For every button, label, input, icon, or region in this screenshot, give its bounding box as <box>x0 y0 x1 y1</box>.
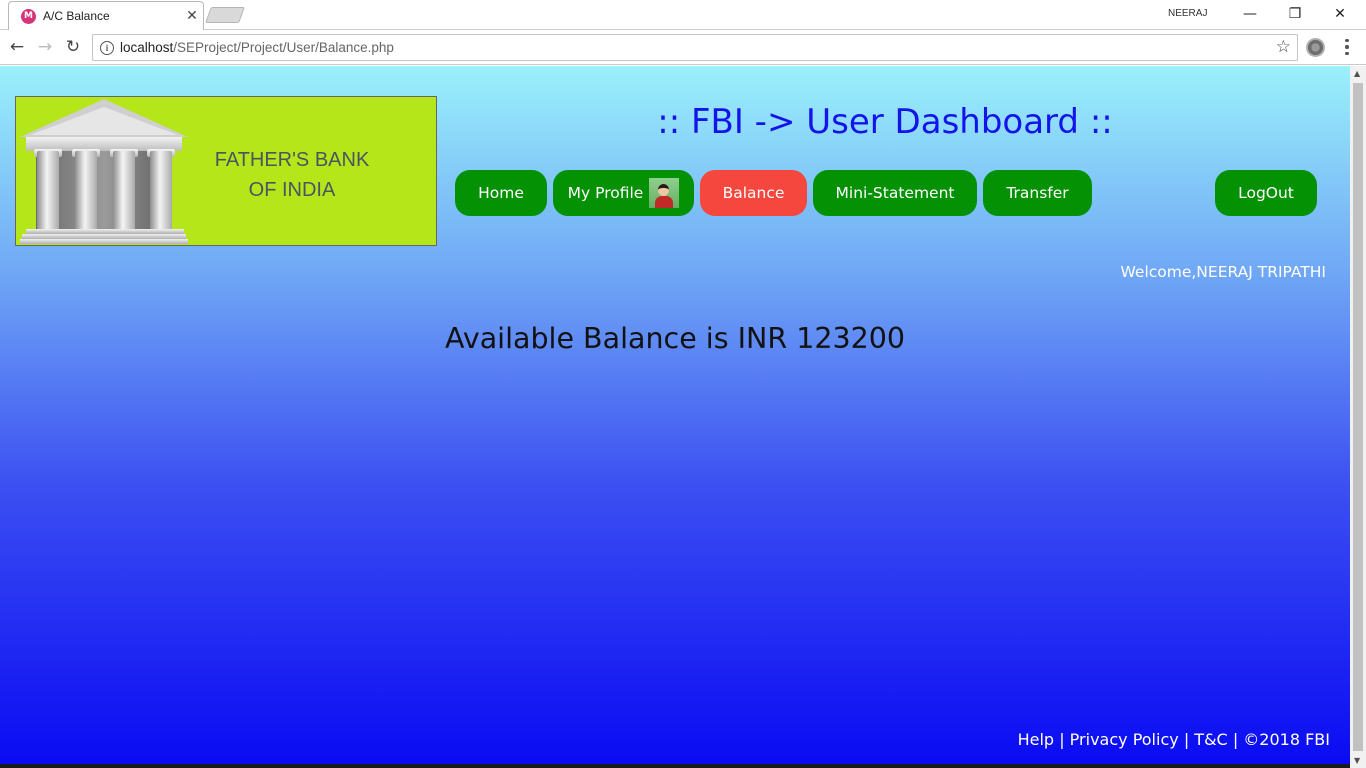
scroll-up-icon[interactable]: ▲ <box>1354 69 1360 78</box>
bank-logo[interactable]: FATHER'S BANK OF INDIA <box>15 96 437 246</box>
footer-separator: | <box>1183 730 1190 749</box>
footer-links: Help | Privacy Policy | T&C | ©2018 FBI <box>970 730 1330 749</box>
footer-terms-link[interactable]: T&C <box>1194 730 1227 749</box>
logo-line-2: OF INDIA <box>248 179 336 201</box>
available-balance: Available Balance is INR 123200 <box>445 322 905 355</box>
url-path: /SEProject/Project/User/Balance.php <box>173 40 394 55</box>
footer-privacy-link[interactable]: Privacy Policy <box>1070 730 1179 749</box>
bookmark-star-icon[interactable]: ☆ <box>1276 37 1291 57</box>
logo-line-1: FATHER'S BANK <box>214 149 370 171</box>
footer-separator: | <box>1059 730 1065 749</box>
page-scrollbar[interactable]: ▲ ▼ <box>1350 66 1366 768</box>
url-host: localhost <box>120 40 174 55</box>
reload-icon[interactable]: ↻ <box>61 36 85 58</box>
page-title: :: FBI -> User Dashboard :: <box>657 102 1113 142</box>
browser-menu-icon[interactable] <box>1340 36 1354 58</box>
nav-balance-label: Balance <box>722 184 785 202</box>
nav-logout-button[interactable]: LogOut <box>1215 170 1317 216</box>
nav-my-profile-button[interactable]: My Profile <box>553 170 694 216</box>
nav-balance-button[interactable]: Balance <box>700 170 807 216</box>
bottom-edge <box>0 764 1350 768</box>
nav-mini-statement-button[interactable]: Mini-Statement <box>813 170 977 216</box>
scrollbar-thumb[interactable] <box>1353 83 1363 751</box>
page-viewport: FATHER'S BANK OF INDIA :: FBI -> User Da… <box>0 66 1350 764</box>
nav-mini-statement-label: Mini-Statement <box>835 184 955 202</box>
nav-my-profile-label: My Profile <box>567 184 644 202</box>
address-bar[interactable]: i localhost/SEProject/Project/User/Balan… <box>92 34 1298 61</box>
welcome-message: Welcome,NEERAJ TRIPATHI <box>1120 263 1326 281</box>
footer-help-link[interactable]: Help <box>1018 730 1054 749</box>
logo-text: FATHER'S BANK OF INDIA <box>188 145 396 205</box>
minimize-icon[interactable]: — <box>1228 2 1272 26</box>
back-icon[interactable]: ← <box>5 36 29 58</box>
scroll-down-icon[interactable]: ▼ <box>1354 756 1360 765</box>
browser-tab[interactable]: M A/C Balance ✕ <box>8 1 204 30</box>
browser-profile-name[interactable]: NEERAJ <box>1168 8 1207 19</box>
forward-icon[interactable]: → <box>33 36 57 58</box>
new-tab-button[interactable] <box>205 7 245 23</box>
tab-close-icon[interactable]: ✕ <box>181 8 203 24</box>
browser-tabstrip: M A/C Balance ✕ NEERAJ — ❐ ✕ <box>0 0 1366 30</box>
browser-toolbar: ← → ↻ i localhost/SEProject/Project/User… <box>0 30 1366 65</box>
url-text: localhost/SEProject/Project/User/Balance… <box>120 40 394 55</box>
footer-separator: | <box>1232 730 1239 749</box>
extension-icon[interactable] <box>1306 38 1325 57</box>
nav-home-button[interactable]: Home <box>455 170 547 216</box>
bank-building-icon <box>20 99 188 245</box>
avatar-icon <box>649 178 680 208</box>
footer-copyright: ©2018 FBI <box>1243 730 1330 749</box>
nav-transfer-label: Transfer <box>1006 184 1069 202</box>
app-favicon-icon: M <box>21 8 36 24</box>
window-close-icon[interactable]: ✕ <box>1318 2 1362 26</box>
nav-logout-label: LogOut <box>1238 184 1294 202</box>
nav-transfer-button[interactable]: Transfer <box>983 170 1092 216</box>
site-info-icon[interactable]: i <box>100 40 114 55</box>
tab-title: A/C Balance <box>43 9 110 23</box>
restore-icon[interactable]: ❐ <box>1273 2 1317 26</box>
nav-home-label: Home <box>478 184 524 202</box>
